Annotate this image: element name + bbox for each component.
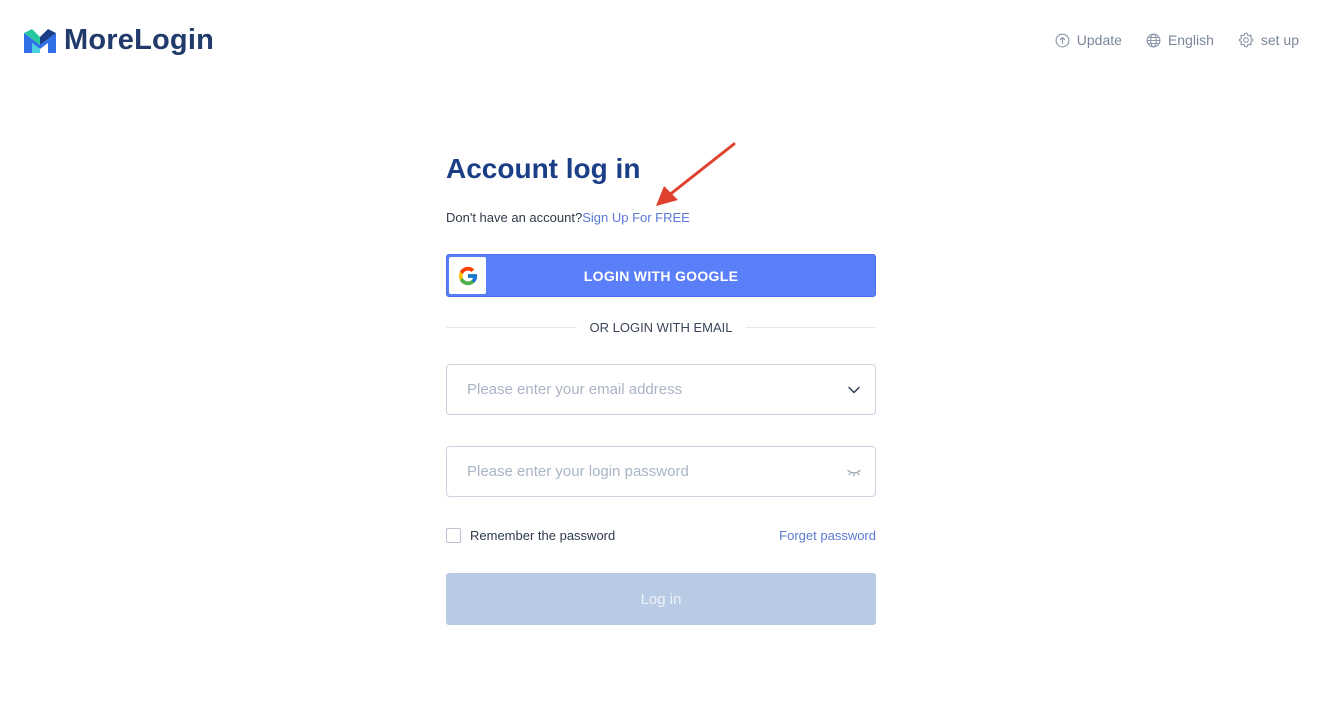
upload-circle-icon xyxy=(1055,33,1070,47)
google-login-button[interactable]: LOGIN WITH GOOGLE xyxy=(446,254,876,297)
password-field xyxy=(446,446,876,497)
divider-line-right xyxy=(745,327,877,328)
email-input[interactable] xyxy=(447,381,833,398)
email-dropdown-toggle[interactable] xyxy=(833,383,875,397)
email-field xyxy=(446,364,876,415)
chevron-down-icon xyxy=(848,386,860,393)
login-form: Account log in Don't have an account?Sig… xyxy=(446,150,877,625)
options-row: Remember the password Forget password xyxy=(446,528,876,543)
signup-link[interactable]: Sign Up For FREE xyxy=(582,210,690,225)
google-logo-box xyxy=(449,257,486,294)
google-login-label: LOGIN WITH GOOGLE xyxy=(583,267,739,284)
morelogin-logo-icon xyxy=(24,28,56,53)
brand-name: MoreLogin xyxy=(64,24,215,56)
remember-password: Remember the password xyxy=(446,528,615,543)
brand-logo: MoreLogin xyxy=(22,24,214,57)
update-label: Update xyxy=(1076,32,1122,48)
language-button[interactable]: English xyxy=(1146,32,1214,48)
signup-prompt: Don't have an account?Sign Up For FREE xyxy=(446,210,690,225)
gear-icon xyxy=(1238,32,1254,48)
divider-text: OR LOGIN WITH EMAIL xyxy=(589,320,733,335)
email-divider: OR LOGIN WITH EMAIL xyxy=(446,320,877,335)
remember-label[interactable]: Remember the password xyxy=(470,528,615,543)
remember-checkbox[interactable] xyxy=(446,528,461,543)
language-label: English xyxy=(1167,32,1214,48)
divider-line-left xyxy=(446,327,577,328)
signup-prompt-text: Don't have an account? xyxy=(446,210,583,225)
page-title: Account log in xyxy=(446,153,641,184)
setup-label: set up xyxy=(1260,32,1299,48)
setup-button[interactable]: set up xyxy=(1238,32,1299,48)
top-actions: Update English set up xyxy=(1055,32,1299,48)
globe-icon xyxy=(1146,33,1161,47)
password-visibility-toggle[interactable] xyxy=(833,467,875,477)
update-button[interactable]: Update xyxy=(1055,32,1122,48)
login-page: MoreLogin Update English set up Account … xyxy=(0,0,1317,715)
forgot-password-link[interactable]: Forget password xyxy=(779,528,876,543)
google-icon xyxy=(458,266,477,285)
eye-closed-icon xyxy=(847,469,861,476)
login-button[interactable]: Log in xyxy=(446,573,876,625)
password-input[interactable] xyxy=(447,463,833,480)
